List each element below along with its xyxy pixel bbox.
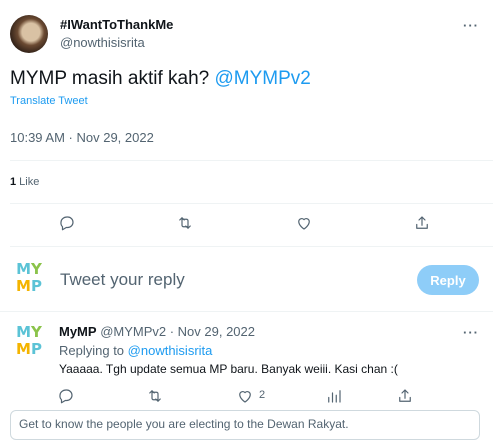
reply-button[interactable]: Reply — [417, 265, 479, 295]
like-icon[interactable] — [295, 214, 313, 232]
share-icon[interactable] — [413, 214, 431, 232]
reply-reply-icon[interactable] — [57, 387, 75, 405]
like-count-label: Like — [16, 176, 40, 188]
reply-author[interactable]: MyMP @MYMPv2 · Nov 29, 2022 — [59, 324, 255, 339]
divider — [10, 203, 493, 204]
reply-share-icon[interactable] — [396, 387, 414, 405]
divider — [10, 246, 493, 247]
analytics-icon[interactable] — [325, 387, 343, 405]
like-count[interactable]: 1 Like — [10, 176, 39, 188]
mention-link[interactable]: @MYMPv2 — [215, 68, 311, 89]
mymp-logo-avatar: MY MP — [16, 260, 42, 295]
divider — [10, 160, 493, 161]
reply-handle-date: @MYMPv2 · Nov 29, 2022 — [100, 324, 256, 339]
reply-like-count: 2 — [259, 389, 266, 401]
translate-tweet-link[interactable]: Translate Tweet — [10, 95, 88, 107]
replying-to: Replying to @nowthisisrita — [59, 343, 212, 358]
author-display-name[interactable]: #IWantToThankMe — [60, 17, 173, 32]
reply-display-name[interactable]: MyMP — [59, 324, 97, 339]
reply-more-options-icon[interactable]: ··· — [463, 325, 479, 340]
tweet-text: MYMP masih aktif kah? @MYMPv2 — [10, 68, 311, 90]
tweet-timestamp[interactable]: 10:39 AM · Nov 29, 2022 — [10, 130, 154, 145]
replying-prefix: Replying to — [59, 343, 128, 358]
mymp-reply-avatar[interactable]: MY MP — [14, 324, 44, 364]
reply-like-icon[interactable] — [236, 387, 254, 405]
retweet-icon[interactable] — [176, 214, 194, 232]
author-avatar[interactable] — [10, 15, 48, 53]
divider — [0, 311, 493, 312]
reply-input[interactable]: Tweet your reply — [60, 270, 185, 290]
profile-bio-card: Get to know the people you are electing … — [10, 410, 480, 440]
reply-icon[interactable] — [58, 214, 76, 232]
author-handle[interactable]: @nowthisisrita — [60, 35, 145, 50]
reply-text: Yaaaaa. Tgh update semua MP baru. Banyak… — [59, 362, 398, 376]
reply-retweet-icon[interactable] — [146, 387, 164, 405]
tweet-body: MYMP masih aktif kah? — [10, 68, 215, 89]
more-options-icon[interactable]: ··· — [463, 18, 479, 33]
replying-to-link[interactable]: @nowthisisrita — [128, 343, 213, 358]
